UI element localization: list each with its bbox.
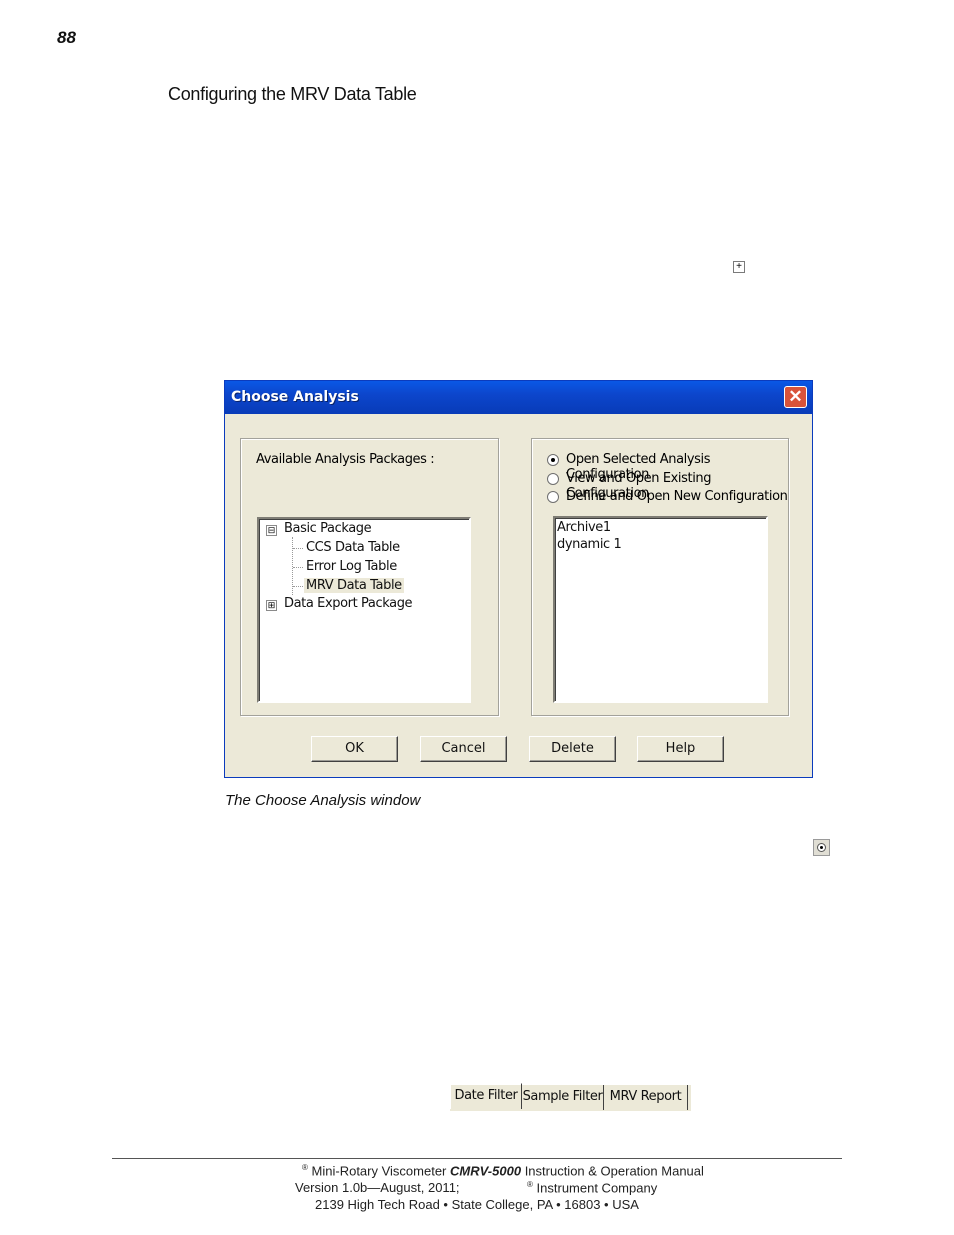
tab-date-filter[interactable]: Date Filter (450, 1083, 522, 1109)
footer-divider (112, 1158, 842, 1159)
registered-mark: ® (527, 1180, 533, 1189)
tree-item-data-export-package[interactable]: Data Export Package (284, 596, 413, 611)
figure-caption: The Choose Analysis window (225, 792, 421, 809)
footer-manual: Instruction & Operation Manual (524, 1163, 704, 1179)
footer-line-1: ® Mini-Rotary Viscometer CMRV-5000 Instr… (302, 1163, 704, 1178)
tree-connector (293, 548, 303, 549)
tree-item-error-log-table[interactable]: Error Log Table (306, 559, 397, 574)
expand-plus-icon: + (733, 261, 745, 273)
tree-connector (293, 567, 303, 568)
analysis-packages-label: Available Analysis Packages : (256, 452, 435, 467)
cancel-button[interactable]: Cancel (420, 736, 507, 762)
footer-address: 2139 High Tech Road • State College, PA … (315, 1197, 639, 1212)
dialog-titlebar[interactable]: Choose Analysis ✕ (225, 381, 812, 414)
collapse-icon[interactable]: ⊟ (266, 525, 277, 536)
analysis-packages-tree[interactable]: ⊟ Basic Package CCS Data Table Error Log… (257, 517, 471, 703)
radio-open-selected[interactable] (547, 454, 559, 466)
section-title: Configuring the MRV Data Table (168, 84, 417, 104)
analysis-packages-group: Available Analysis Packages : ⊟ Basic Pa… (240, 438, 499, 716)
configurations-list[interactable]: Archive1 dynamic 1 (553, 516, 768, 703)
radio-selected-icon (813, 839, 830, 856)
list-item[interactable]: Archive1 (557, 520, 611, 535)
expand-icon[interactable]: ⊞ (266, 600, 277, 611)
ok-button[interactable]: OK (311, 736, 398, 762)
footer-version: Version 1.0b—August, 2011; (295, 1180, 460, 1195)
tree-item-ccs-data-table[interactable]: CCS Data Table (306, 540, 400, 555)
close-button[interactable]: ✕ (784, 386, 807, 408)
close-icon: ✕ (788, 387, 803, 406)
tab-mrv-report[interactable]: MRV Report (604, 1085, 688, 1110)
page-number: 88 (57, 28, 76, 47)
list-item[interactable]: dynamic 1 (557, 537, 622, 552)
radio-view-existing[interactable] (547, 473, 559, 485)
delete-button[interactable]: Delete (529, 736, 616, 762)
radio-label-define-new[interactable]: Define and Open New Configuration (566, 489, 788, 504)
dialog-title: Choose Analysis (231, 389, 359, 405)
footer-model: CMRV-5000 (450, 1163, 522, 1179)
radio-define-new[interactable] (547, 491, 559, 503)
tree-item-mrv-data-table[interactable]: MRV Data Table (304, 578, 404, 593)
help-button[interactable]: Help (637, 736, 724, 762)
tree-connector (293, 586, 303, 587)
report-tab-strip: Date Filter Sample Filter MRV Report (450, 1083, 691, 1111)
footer-product: Mini-Rotary Viscometer (311, 1163, 447, 1179)
tree-item-basic-package[interactable]: Basic Package (284, 521, 372, 536)
footer-company: ® Instrument Company (527, 1180, 658, 1196)
registered-mark: ® (302, 1163, 308, 1172)
choose-analysis-dialog: Choose Analysis ✕ Available Analysis Pac… (224, 380, 813, 778)
tab-sample-filter[interactable]: Sample Filter (522, 1085, 604, 1110)
configuration-options-group: Open Selected Analysis Configuration Vie… (531, 438, 789, 716)
